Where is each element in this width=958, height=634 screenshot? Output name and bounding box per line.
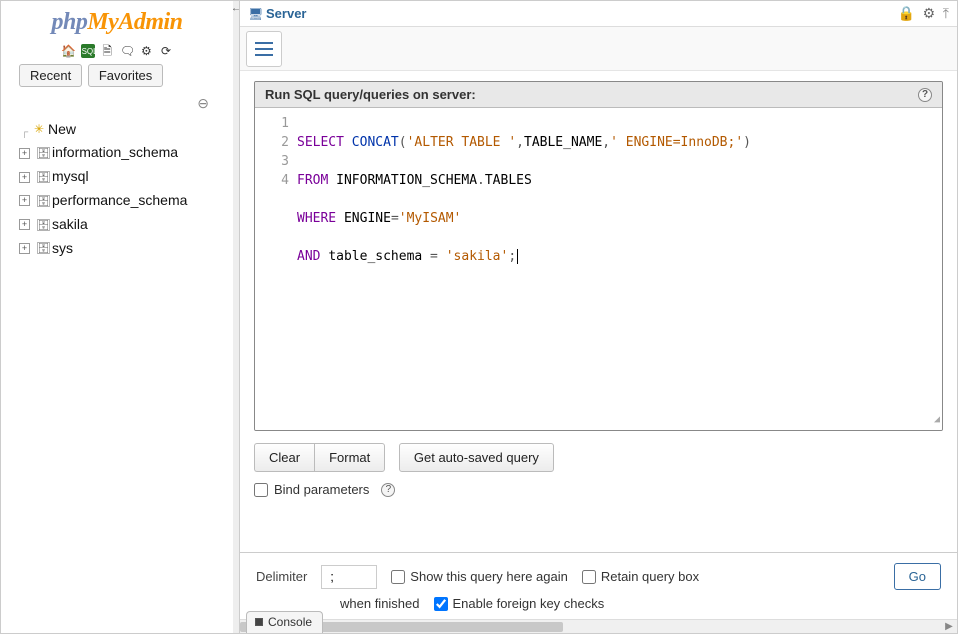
bind-parameters-label: Bind parameters — [274, 482, 369, 497]
delimiter-input[interactable] — [321, 565, 377, 589]
query-box-title: Run SQL query/queries on server: — [265, 87, 476, 102]
go-button[interactable]: Go — [894, 563, 941, 590]
collapse-link-icon[interactable]: ⊖ — [197, 95, 209, 111]
new-icon: ✳ — [32, 122, 46, 136]
console-icon — [255, 618, 263, 626]
format-button[interactable]: Format — [314, 443, 385, 472]
tree-db-sys[interactable]: + 🗄 sys — [19, 237, 233, 261]
expand-icon[interactable]: + — [19, 243, 30, 254]
scroll-right-arrow-icon[interactable]: ▶ — [943, 621, 955, 633]
tree-db-performance-schema[interactable]: + 🗄 performance_schema — [19, 189, 233, 213]
editor-cursor — [517, 249, 518, 264]
sidebar-toolbar: 🏠 SQL 🗎 🗨 ⚙ ⟳ — [1, 42, 233, 58]
delimiter-label: Delimiter — [256, 569, 307, 584]
get-autosaved-button[interactable]: Get auto-saved query — [399, 443, 554, 472]
content-panel: 🖥 Server 🔒 ⚙ ⤒ Run SQL query/queries on … — [239, 1, 957, 633]
hamburger-menu-button[interactable] — [246, 31, 282, 67]
chat-icon[interactable]: 🗨 — [120, 44, 134, 58]
horizontal-scrollbar[interactable]: ◀ ▶ — [240, 619, 957, 633]
sql-query-box: Run SQL query/queries on server: ? 1 2 3… — [254, 81, 943, 431]
expand-icon[interactable]: + — [19, 195, 30, 206]
tab-favorites[interactable]: Favorites — [88, 64, 163, 87]
expand-icon[interactable]: + — [19, 172, 30, 183]
database-icon: 🗄 — [36, 218, 50, 232]
bind-parameters-checkbox[interactable] — [254, 483, 268, 497]
collapse-top-icon[interactable]: ⤒ — [943, 5, 949, 22]
editor-code[interactable]: SELECT CONCAT('ALTER TABLE ',TABLE_NAME,… — [295, 108, 757, 430]
editor-gutter: 1 2 3 4 — [255, 108, 295, 430]
console-tab[interactable]: Console — [246, 611, 323, 633]
database-tree: ┌ ✳ New + 🗄 information_schema + 🗄 mysql… — [19, 118, 233, 261]
tree-db-mysql[interactable]: + 🗄 mysql — [19, 165, 233, 189]
help-icon[interactable]: ? — [381, 483, 395, 497]
navigation-sidebar: phpMyAdmin 🏠 SQL 🗎 🗨 ⚙ ⟳ Recent Favorite… — [1, 1, 233, 633]
logo: phpMyAdmin — [1, 9, 233, 36]
expand-icon[interactable]: + — [19, 148, 30, 159]
server-icon: 🖥 — [248, 7, 262, 21]
retain-query-box-label: Retain query box — [601, 569, 699, 584]
retain-query-box-checkbox[interactable] — [582, 570, 596, 584]
rollback-label-fragment: when finished — [340, 596, 420, 611]
console-label: Console — [268, 615, 312, 629]
tree-db-information-schema[interactable]: + 🗄 information_schema — [19, 141, 233, 165]
cog-icon[interactable]: ⚙ — [923, 5, 936, 22]
show-query-again-checkbox[interactable] — [391, 570, 405, 584]
tree-db-sakila[interactable]: + 🗄 sakila — [19, 213, 233, 237]
breadcrumb-bar: 🖥 Server 🔒 ⚙ ⤒ — [240, 1, 957, 27]
help-icon[interactable]: ? — [918, 88, 932, 102]
home-icon[interactable]: 🏠 — [61, 44, 75, 58]
reload-icon[interactable]: ⟳ — [159, 44, 173, 58]
lock-icon[interactable]: 🔒 — [898, 5, 915, 22]
expand-icon[interactable]: + — [19, 219, 30, 230]
server-link[interactable]: Server — [266, 6, 306, 21]
database-icon: 🗄 — [36, 146, 50, 160]
database-icon: 🗄 — [36, 241, 50, 255]
sql-editor[interactable]: 1 2 3 4 SELECT CONCAT('ALTER TABLE ',TAB… — [255, 108, 942, 430]
enable-fk-checkbox[interactable] — [434, 597, 448, 611]
enable-fk-label: Enable foreign key checks — [453, 596, 605, 611]
database-icon: 🗄 — [36, 170, 50, 184]
doc-icon[interactable]: 🗎 — [100, 44, 114, 58]
tree-new[interactable]: ┌ ✳ New — [19, 118, 233, 142]
database-icon: 🗄 — [36, 194, 50, 208]
editor-resize-handle[interactable]: ◢ — [934, 410, 940, 429]
query-footer: Delimiter Show this query here again Ret… — [240, 552, 957, 633]
show-query-again-label: Show this query here again — [410, 569, 568, 584]
tab-recent[interactable]: Recent — [19, 64, 82, 87]
sql-icon[interactable]: SQL — [81, 44, 95, 58]
main-scroll-area[interactable]: Run SQL query/queries on server: ? 1 2 3… — [240, 71, 957, 633]
gear-icon[interactable]: ⚙ — [139, 44, 153, 58]
clear-button[interactable]: Clear — [254, 443, 314, 472]
